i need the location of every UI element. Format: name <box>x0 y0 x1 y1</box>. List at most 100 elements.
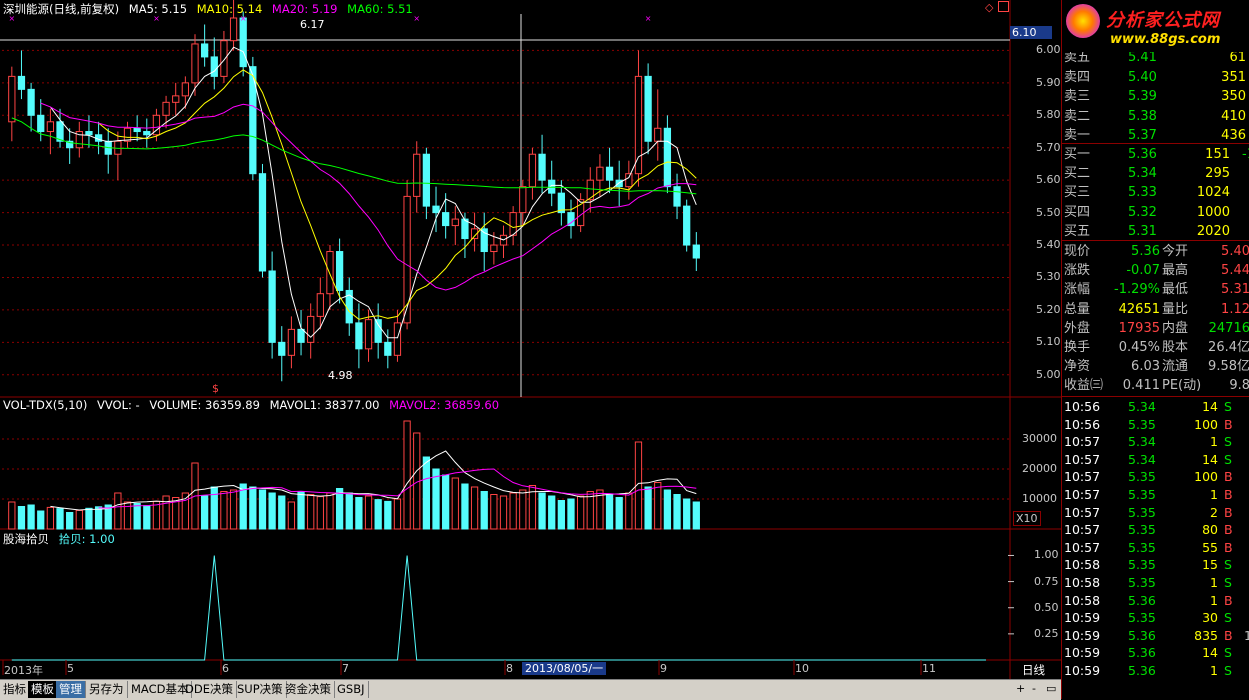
price-axis-label: 5.10 <box>1036 335 1061 349</box>
tick-row[interactable]: 10:58 5.36 1 B <box>1064 592 1249 610</box>
volume-bar <box>673 494 681 530</box>
tick-row[interactable]: 10:57 5.35 55 B <box>1064 539 1249 557</box>
tick-row[interactable]: 10:57 5.35 80 B <box>1064 521 1249 539</box>
time-axis-label: 5 <box>67 662 74 675</box>
stat-row: 现价 5.36 今开 5.40 <box>1064 242 1249 261</box>
tick-row[interactable]: 10:56 5.34 14 S <box>1064 398 1249 416</box>
bottom-tab-bar: 指标 模板 管理 另存为 MACD基本 DDE决策 SUP决策 资金决策 GSBJ + - ▭ <box>0 679 1061 700</box>
tick-row[interactable]: 10:59 5.36 1 S <box>1064 662 1249 680</box>
tab-1[interactable]: 模板 <box>28 681 58 698</box>
vol-indicator-name: VOL-TDX(5,10) <box>3 398 88 412</box>
diamond-icon[interactable]: ◇ <box>985 1 993 14</box>
tick-volume: 14 <box>1202 451 1218 467</box>
tab-5[interactable]: DDE决策 <box>182 681 237 698</box>
candle-body <box>538 153 546 181</box>
bid-volume: 2020 <box>1196 223 1230 239</box>
tick-row[interactable]: 10:57 5.34 1 S <box>1064 433 1249 451</box>
tick-row[interactable]: 10:57 5.35 2 B <box>1064 504 1249 522</box>
tick-row[interactable]: 10:57 5.35 1 B <box>1064 486 1249 504</box>
candle-body <box>326 251 334 295</box>
tick-row[interactable]: 10:58 5.35 1 S <box>1064 574 1249 592</box>
candle-body <box>596 166 604 181</box>
flower-logo-icon <box>1066 4 1100 38</box>
tick-row[interactable]: 10:58 5.35 15 S <box>1064 556 1249 574</box>
ask-volume: 410 <box>1221 108 1246 124</box>
volume-label: VOLUME: 36359.89 <box>149 398 260 412</box>
ma20-label: MA20: 5.19 <box>271 2 338 16</box>
volume-bar <box>278 495 286 530</box>
price-axis-label: 5.30 <box>1036 270 1061 284</box>
volume-bar <box>355 497 363 530</box>
tick-side: S <box>1224 557 1232 573</box>
tick-price: 5.36 <box>1128 627 1156 643</box>
candle-body <box>528 153 537 188</box>
tick-time: 10:59 <box>1064 627 1101 643</box>
tick-volume: 1 <box>1210 663 1218 678</box>
volume-bar <box>548 495 556 530</box>
tick-side: B <box>1224 504 1233 520</box>
tab-2[interactable]: 管理 <box>56 681 86 698</box>
volume-bar <box>470 486 479 530</box>
layout-button[interactable]: ▭ <box>1046 682 1056 695</box>
tab-7[interactable]: 资金决策 <box>282 681 335 698</box>
stat-label: 现价 <box>1064 244 1091 259</box>
volume-bar <box>56 508 64 530</box>
volume-bar <box>663 489 672 530</box>
main-chart-area[interactable]: × × × × × <box>0 0 1061 679</box>
price-axis-label: 6.00 <box>1036 43 1061 57</box>
zoom-in-button[interactable]: + <box>1016 682 1025 695</box>
volume-bar <box>490 494 498 530</box>
volume-bar <box>451 477 459 530</box>
stat-label: 涨幅 <box>1064 282 1091 298</box>
tab-0[interactable]: 指标 <box>0 681 30 698</box>
volume-bar <box>442 474 450 530</box>
candle-body <box>210 56 218 77</box>
ask-row: 卖二 5.38 410 <box>1064 107 1249 126</box>
price-axis-label: 5.90 <box>1036 75 1061 89</box>
volume-bar <box>201 495 209 530</box>
candle-body <box>172 95 180 103</box>
ask-volume: 350 <box>1221 89 1246 104</box>
tick-row[interactable]: 10:59 5.36 14 S <box>1064 644 1249 662</box>
period-label[interactable]: 日线 <box>1022 662 1045 678</box>
volume-bar <box>210 486 218 530</box>
stat-value: 0.411 <box>1122 378 1160 394</box>
tick-side: S <box>1224 399 1232 414</box>
stat-row: 换手 0.45% 股本 26.4亿 <box>1064 338 1249 357</box>
tick-row[interactable]: 10:56 5.35 100 B <box>1064 416 1249 434</box>
volume-bar <box>461 483 469 530</box>
tab-3[interactable]: 另存为 <box>86 681 128 698</box>
bid-volume: 151 <box>1205 147 1230 162</box>
tick-row[interactable]: 10:59 5.36 835 B 1 <box>1064 627 1249 645</box>
tick-price: 5.35 <box>1128 522 1156 538</box>
tick-volume: 1 <box>1210 434 1218 450</box>
tick-row[interactable]: 10:57 5.34 14 S <box>1064 451 1249 469</box>
price-axis-label: 5.60 <box>1036 173 1061 187</box>
volume-bar <box>654 482 662 530</box>
candle-body <box>355 322 363 350</box>
tab-8[interactable]: GSBJ <box>334 681 369 698</box>
time-axis-label: 7 <box>342 662 349 675</box>
tick-price: 5.34 <box>1128 451 1156 467</box>
logo-text: 分析家公式网 <box>1106 10 1220 31</box>
mavol2-label: MAVOL2: 36859.60 <box>389 398 500 412</box>
bid-price: 5.33 <box>1128 185 1157 201</box>
tick-row[interactable]: 10:59 5.35 30 S <box>1064 609 1249 627</box>
stat-label: 净资 <box>1064 359 1091 375</box>
volume-bar <box>268 492 276 530</box>
tick-row[interactable]: 10:57 5.35 100 B <box>1064 468 1249 486</box>
zoom-out-button[interactable]: - <box>1032 682 1036 695</box>
restore-icon[interactable] <box>998 1 1009 12</box>
stat-value: 24716 <box>1208 320 1249 336</box>
candle-body <box>673 186 681 207</box>
tick-side: S <box>1224 645 1232 661</box>
candle-body <box>364 319 373 350</box>
price-pane-header: 深圳能源(日线,前复权) MA5: 5.15 MA10: 5.14 MA20: … <box>3 1 419 17</box>
tick-time: 10:58 <box>1064 575 1101 590</box>
tick-volume: 55 <box>1202 539 1218 555</box>
tab-6[interactable]: SUP决策 <box>234 681 287 698</box>
indicator-name: 股海拾贝 <box>3 532 49 546</box>
site-logo: 分析家公式网 www.88gs.com <box>1062 0 1249 52</box>
candle-body <box>278 341 286 356</box>
stat-label: 流通 <box>1162 359 1189 375</box>
